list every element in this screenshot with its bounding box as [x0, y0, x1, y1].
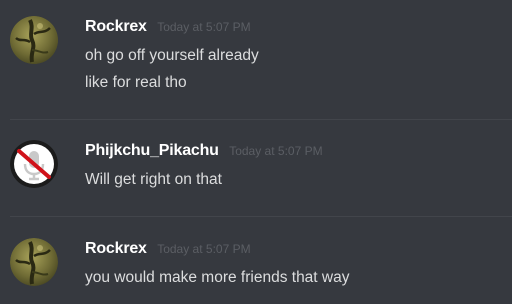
timestamp: Today at 5:07 PM [157, 242, 251, 256]
username[interactable]: Phijkchu_Pikachu [85, 142, 219, 159]
message-text: oh go off yourself already [85, 47, 259, 64]
twisted-tree-avatar-icon [10, 238, 58, 286]
message-header: Rockrex Today at 5:07 PM [85, 17, 251, 37]
timestamp: Today at 5:07 PM [229, 144, 323, 158]
message-text: you would make more friends that way [85, 269, 350, 286]
message-divider [10, 119, 512, 120]
muted-microphone-avatar-icon [10, 140, 58, 188]
username[interactable]: Rockrex [85, 18, 147, 35]
message-text: like for real tho [85, 74, 187, 91]
message-header: Rockrex Today at 5:07 PM [85, 239, 251, 259]
user-avatar[interactable] [10, 16, 58, 64]
chat-message-list: Rockrex Today at 5:07 PM oh go off yours… [0, 0, 512, 304]
username[interactable]: Rockrex [85, 240, 147, 257]
twisted-tree-avatar-icon [10, 16, 58, 64]
message-text: Will get right on that [85, 171, 222, 188]
user-avatar[interactable] [10, 140, 58, 188]
message-divider [10, 216, 512, 217]
user-avatar[interactable] [10, 238, 58, 286]
timestamp: Today at 5:07 PM [157, 20, 251, 34]
message-header: Phijkchu_Pikachu Today at 5:07 PM [85, 141, 323, 161]
